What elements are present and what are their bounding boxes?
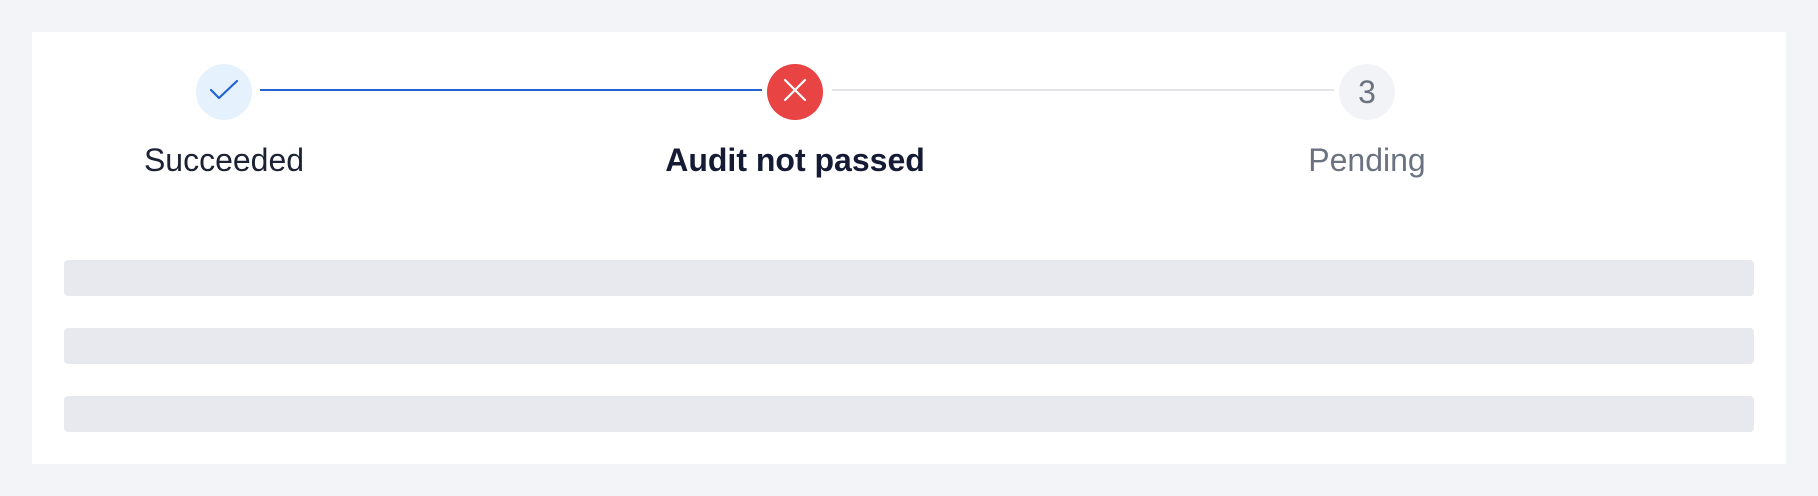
- step-1-connector: [260, 89, 762, 91]
- step-3-number: 3: [1358, 74, 1376, 110]
- skeleton-line: [64, 396, 1754, 432]
- skeleton-line: [64, 260, 1754, 296]
- step-3-label: Pending: [1308, 142, 1426, 178]
- skeleton-line: [64, 328, 1754, 364]
- step-1-label: Succeeded: [143, 142, 305, 178]
- step-2-label: Audit not passed: [665, 142, 925, 178]
- step-2-indicator: [767, 64, 823, 120]
- step-3-indicator: 3: [1339, 64, 1395, 120]
- steps-card: 3 Succeeded Audit not passed Pending: [32, 32, 1786, 464]
- step-1-indicator: [196, 64, 252, 120]
- step-2-connector: [832, 89, 1334, 91]
- check-icon: [208, 78, 240, 107]
- close-icon: [782, 77, 808, 108]
